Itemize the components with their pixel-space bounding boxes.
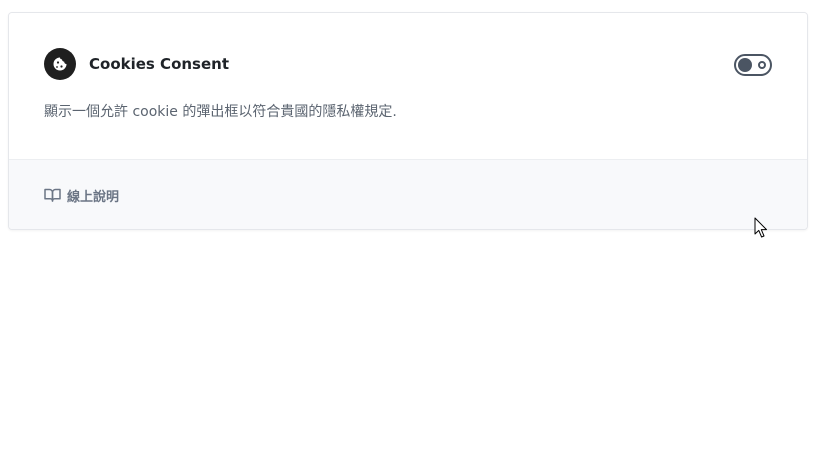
extension-enable-toggle[interactable] bbox=[734, 54, 772, 76]
toggle-off-indicator-icon bbox=[758, 61, 766, 69]
extension-card-footer: 線上說明 bbox=[9, 159, 807, 229]
extension-title: Cookies Consent bbox=[89, 55, 230, 73]
cookie-icon bbox=[44, 48, 76, 80]
book-open-icon bbox=[44, 188, 61, 202]
extension-card: Cookies Consent 顯示一個允許 cookie 的彈出框以符合貴國的… bbox=[8, 12, 808, 230]
online-help-link[interactable]: 線上說明 bbox=[44, 186, 120, 205]
extension-card-body: Cookies Consent 顯示一個允許 cookie 的彈出框以符合貴國的… bbox=[9, 13, 807, 159]
extension-description: 顯示一個允許 cookie 的彈出框以符合貴國的隱私權規定. bbox=[44, 104, 397, 120]
online-help-label: 線上說明 bbox=[67, 189, 120, 205]
toggle-knob bbox=[738, 58, 752, 72]
mouse-cursor-icon bbox=[754, 217, 768, 239]
